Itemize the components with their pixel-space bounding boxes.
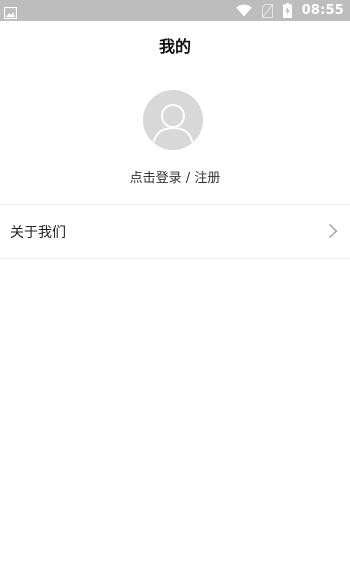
status-bar: 08:55: [0, 0, 350, 21]
menu-item-about-us[interactable]: 关于我们: [0, 205, 350, 258]
status-time: 08:55: [301, 3, 344, 18]
battery-charging-icon: [282, 3, 292, 18]
wifi-icon: [235, 4, 252, 17]
image-icon: [3, 4, 18, 20]
default-user-avatar-icon: [143, 90, 203, 150]
divider: [0, 258, 350, 259]
login-register-link[interactable]: 点击登录 / 注册: [0, 167, 350, 186]
no-sim-icon: [261, 3, 273, 18]
chevron-right-icon: [328, 223, 338, 239]
page-title: 我的: [158, 37, 191, 56]
avatar[interactable]: [143, 90, 203, 150]
menu-item-label: 关于我们: [10, 224, 66, 241]
